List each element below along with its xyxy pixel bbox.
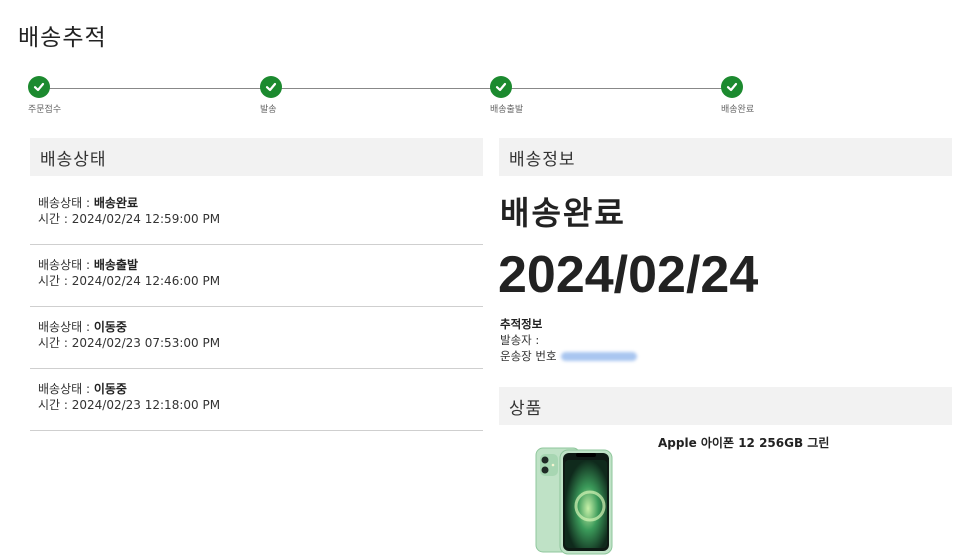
status-list: 배송상태 : 배송완료 시간 : 2024/02/24 12:59:00 PM … [30, 183, 483, 431]
step-shipped: 발송 [260, 76, 282, 115]
status-row: 배송상태 : 이동중 시간 : 2024/02/23 07:53:00 PM [30, 307, 483, 369]
check-icon [490, 76, 512, 98]
check-icon [721, 76, 743, 98]
status-value: 이동중 [93, 382, 127, 396]
status-value: 배송완료 [93, 196, 139, 210]
status-prefix: 배송상태 : [38, 382, 94, 396]
time-prefix: 시간 : [38, 274, 72, 288]
time-prefix: 시간 : [38, 212, 72, 226]
progress-stepper: 주문접수 발송 배송출발 배송완료 [28, 76, 768, 126]
page-title: 배송추적 [18, 25, 107, 51]
stepper-line [40, 88, 740, 89]
check-icon [28, 76, 50, 98]
product-name[interactable]: Apple 아이폰 12 256GB 그린 [658, 434, 829, 451]
status-row: 배송상태 : 배송출발 시간 : 2024/02/24 12:46:00 PM [30, 245, 483, 307]
tracking-heading: 추적정보 [500, 317, 543, 331]
delivery-date-large: 2024/02/24 [498, 246, 759, 304]
delivery-info-header: 배송정보 [499, 138, 952, 176]
status-value: 이동중 [93, 320, 127, 334]
step-label: 배송출발 [490, 105, 524, 115]
status-prefix: 배송상태 : [38, 196, 94, 210]
step-delivered: 배송완료 [721, 76, 754, 115]
status-value: 배송출발 [93, 258, 139, 272]
check-icon [260, 76, 282, 98]
status-section-header: 배송상태 [30, 138, 483, 176]
status-time: 2024/02/24 12:46:00 PM [71, 274, 221, 288]
status-prefix: 배송상태 : [38, 258, 94, 272]
waybill-label: 운송장 번호 [500, 349, 557, 363]
delivery-status-large: 배송완료 [500, 194, 626, 232]
status-time: 2024/02/24 12:59:00 PM [71, 212, 221, 226]
sender-label: 발송자 : [500, 333, 540, 347]
time-prefix: 시간 : [38, 336, 72, 350]
step-order-received: 주문접수 [28, 76, 61, 115]
step-label: 발송 [260, 105, 277, 115]
status-time: 2024/02/23 07:53:00 PM [71, 336, 221, 350]
waybill-number-redacted [560, 352, 637, 361]
status-prefix: 배송상태 : [38, 320, 94, 334]
status-row: 배송상태 : 배송완료 시간 : 2024/02/24 12:59:00 PM [30, 183, 483, 245]
product-section-header: 상품 [499, 387, 952, 425]
step-out-for-delivery: 배송출발 [490, 76, 523, 115]
status-row: 배송상태 : 이동중 시간 : 2024/02/23 12:18:00 PM [30, 369, 483, 431]
iphone-icon[interactable] [534, 446, 614, 556]
step-label: 주문접수 [28, 105, 62, 115]
time-prefix: 시간 : [38, 398, 72, 412]
status-time: 2024/02/23 12:18:00 PM [71, 398, 221, 412]
tracking-info: 추적정보 발송자 : 운송장 번호 [500, 316, 637, 364]
step-label: 배송완료 [721, 105, 755, 115]
